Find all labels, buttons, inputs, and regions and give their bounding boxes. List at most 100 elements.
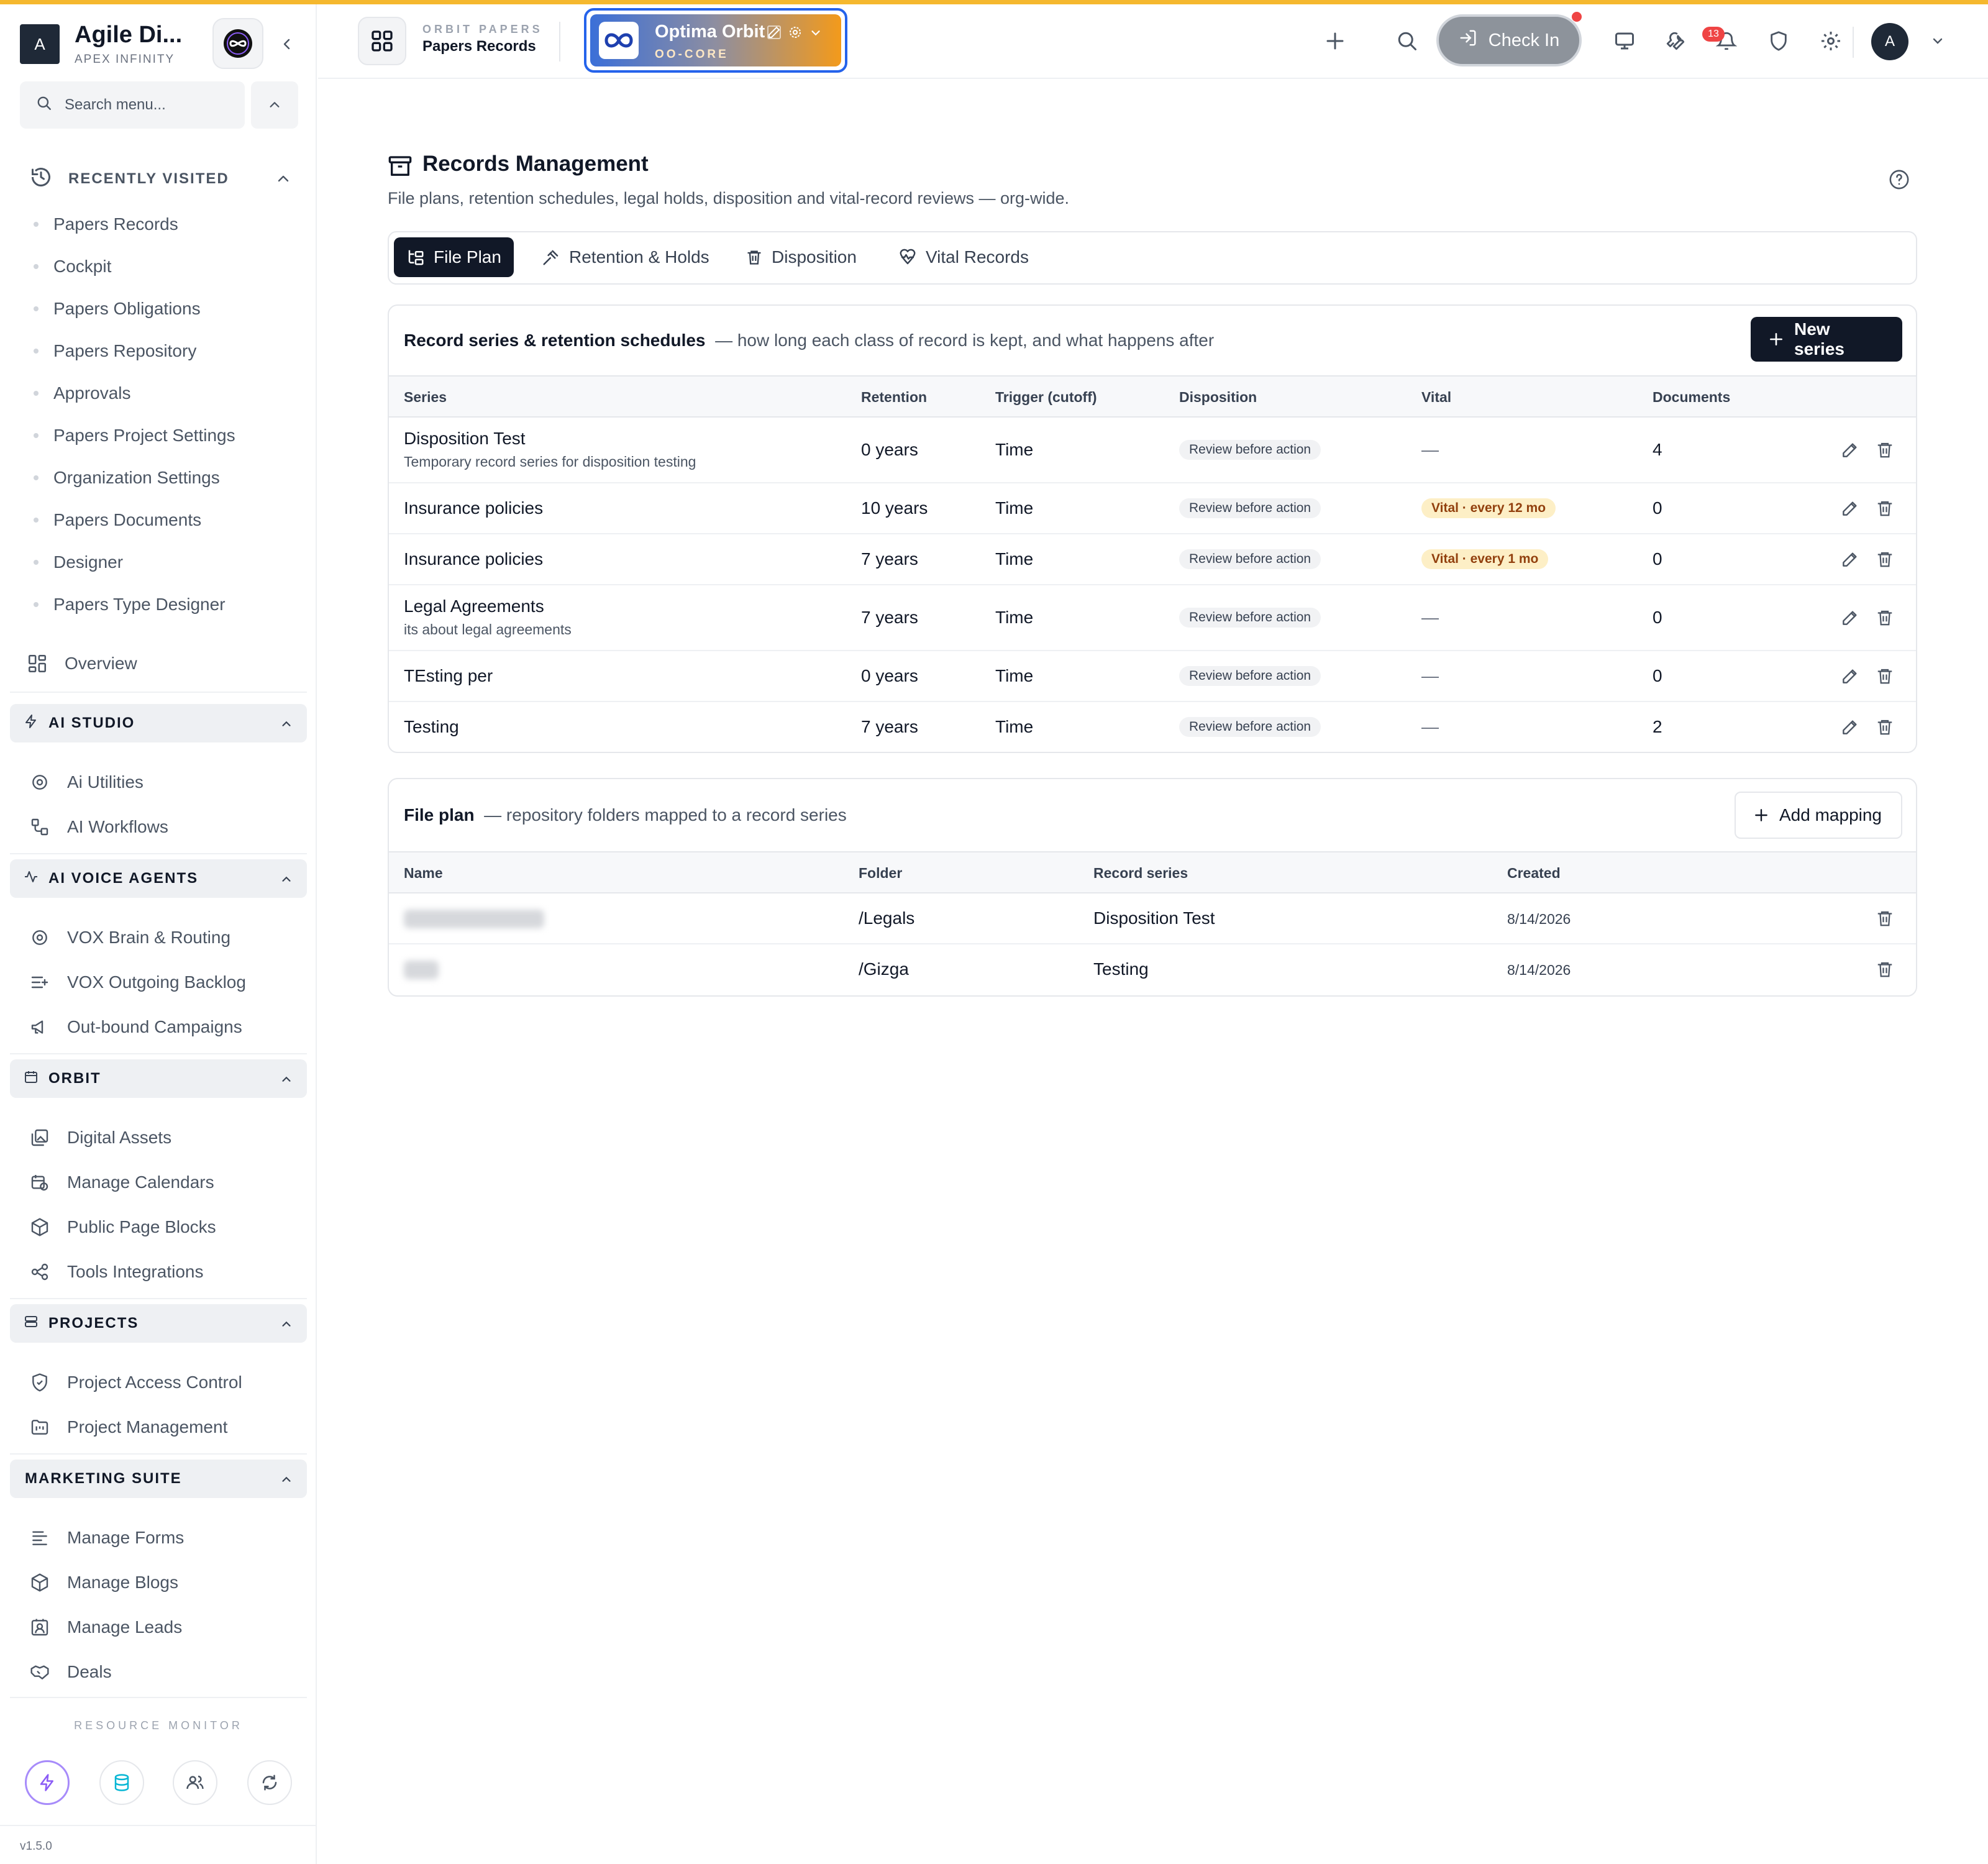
history-icon: [30, 166, 52, 193]
recently-visited-header[interactable]: RECENTLY VISITED: [30, 163, 291, 194]
delete-trash-icon[interactable]: [1874, 497, 1896, 519]
sidebar-item-vox-backlog[interactable]: VOX Outgoing Backlog: [27, 962, 301, 1002]
tab-vital-records[interactable]: Vital Records: [886, 237, 1041, 277]
search-icon[interactable]: [1392, 25, 1423, 57]
recent-item[interactable]: Papers Project Settings: [34, 414, 301, 457]
sidebar-item-overview[interactable]: Overview: [25, 644, 298, 683]
recent-item[interactable]: Papers Records: [34, 203, 301, 245]
section-ai-voice-agents[interactable]: AI VOICE AGENTS: [10, 859, 307, 898]
file-plan-header: File plan — repository folders mapped to…: [404, 805, 847, 825]
edit-icon[interactable]: [767, 24, 782, 44]
delete-trash-icon[interactable]: [1874, 439, 1896, 461]
section-ai-studio[interactable]: AI STUDIO: [10, 704, 307, 742]
edit-pencil-icon[interactable]: [1839, 497, 1861, 519]
brand: A Agile Di... APEX INFINITY: [20, 18, 312, 69]
brand-avatar: A: [20, 24, 60, 64]
tab-file-plan[interactable]: File Plan: [394, 237, 514, 277]
recent-item[interactable]: Cockpit: [34, 245, 301, 288]
section-orbit[interactable]: ORBIT: [10, 1059, 307, 1098]
sidebar-item-ai-workflows[interactable]: AI Workflows: [27, 807, 301, 847]
sidebar-item-ai-utilities[interactable]: Ai Utilities: [27, 762, 301, 802]
sidebar-item-outbound-campaigns[interactable]: Out-bound Campaigns: [27, 1007, 301, 1047]
chevron-down-icon[interactable]: [809, 24, 823, 44]
storage-monitor-icon[interactable]: [99, 1760, 144, 1805]
chevron-up-icon[interactable]: [276, 171, 291, 191]
brand-name[interactable]: Agile Di...: [75, 22, 182, 48]
org-switcher[interactable]: Optima Orbit OO-CORE: [584, 8, 847, 73]
menu-search-input[interactable]: Search menu...: [20, 81, 245, 129]
cpu-monitor-icon[interactable]: [25, 1760, 70, 1805]
edit-pencil-icon[interactable]: [1839, 606, 1861, 629]
delete-trash-icon[interactable]: [1874, 716, 1896, 738]
edit-pencil-icon[interactable]: [1839, 665, 1861, 687]
add-icon[interactable]: [1320, 25, 1351, 57]
disposition-badge: Review before action: [1179, 440, 1321, 460]
users-monitor-icon[interactable]: [173, 1760, 217, 1805]
check-in-button[interactable]: Check In: [1436, 14, 1582, 66]
recent-item[interactable]: Papers Type Designer: [34, 583, 301, 626]
user-avatar[interactable]: A: [1871, 23, 1908, 60]
collapse-sidebar-icon[interactable]: [275, 32, 299, 57]
new-series-button[interactable]: New series: [1751, 317, 1902, 362]
edit-pencil-icon[interactable]: [1839, 716, 1861, 738]
tab-retention-holds[interactable]: Retention & Holds: [529, 237, 722, 277]
sidebar-item-tools-integrations[interactable]: Tools Integrations: [27, 1252, 301, 1292]
sidebar-item-manage-blogs[interactable]: Manage Blogs: [27, 1563, 301, 1602]
chevron-down-icon[interactable]: [1922, 25, 1953, 57]
sidebar-item-project-management[interactable]: Project Management: [27, 1407, 301, 1447]
plus-icon: [1753, 807, 1769, 823]
recent-item[interactable]: Papers Obligations: [34, 288, 301, 330]
app-grid-button[interactable]: [358, 17, 406, 65]
grid-icon: [372, 30, 393, 52]
table-row[interactable]: Legal Agreements its about legal agreeme…: [389, 585, 1916, 651]
chevron-up-icon: [280, 1071, 293, 1090]
bullet-icon: [34, 391, 39, 396]
table-row[interactable]: TEsting per 0 years Time Review before a…: [389, 651, 1916, 702]
recent-item[interactable]: Designer: [34, 541, 301, 583]
images-icon: [27, 1125, 52, 1150]
add-mapping-button[interactable]: Add mapping: [1735, 792, 1902, 839]
delete-trash-icon[interactable]: [1874, 907, 1896, 930]
delete-trash-icon[interactable]: [1874, 606, 1896, 629]
delete-trash-icon[interactable]: [1874, 958, 1896, 980]
recent-item[interactable]: Organization Settings: [34, 457, 301, 499]
sidebar-item-public-page-blocks[interactable]: Public Page Blocks: [27, 1207, 301, 1247]
sidebar-item-vox-brain[interactable]: VOX Brain & Routing: [27, 918, 301, 957]
table-row[interactable]: Testing 7 years Time Review before actio…: [389, 702, 1916, 752]
sync-monitor-icon[interactable]: [247, 1760, 292, 1805]
monitor-icon[interactable]: [1609, 25, 1640, 57]
table-row[interactable]: Insurance policies 7 years Time Review b…: [389, 534, 1916, 585]
section-marketing-suite[interactable]: MARKETING SUITE: [10, 1460, 307, 1498]
brand-logo[interactable]: [212, 18, 263, 69]
folder-tree-icon: [406, 248, 425, 267]
section-projects[interactable]: PROJECTS: [10, 1304, 307, 1343]
vital-badge: Vital · every 12 mo: [1421, 498, 1556, 518]
tab-disposition[interactable]: Disposition: [733, 237, 869, 277]
delete-trash-icon[interactable]: [1874, 548, 1896, 570]
edit-pencil-icon[interactable]: [1839, 439, 1861, 461]
wrench-icon[interactable]: [1660, 25, 1691, 57]
recent-item[interactable]: Papers Documents: [34, 499, 301, 541]
recent-item[interactable]: Approvals: [34, 372, 301, 414]
sidebar-item-manage-calendars[interactable]: Manage Calendars: [27, 1163, 301, 1202]
delete-trash-icon[interactable]: [1874, 665, 1896, 687]
table-row[interactable]: Insurance policies 10 years Time Review …: [389, 483, 1916, 534]
breadcrumb-page: Papers Records: [422, 38, 536, 55]
table-row[interactable]: /Legals Disposition Test 8/14/2026: [389, 893, 1916, 944]
recent-item[interactable]: Papers Repository: [34, 330, 301, 372]
edit-pencil-icon[interactable]: [1839, 548, 1861, 570]
table-row[interactable]: Disposition Test Temporary record series…: [389, 418, 1916, 483]
resource-monitor-title: RESOURCE MONITOR: [74, 1719, 243, 1732]
sidebar-item-deals[interactable]: Deals: [27, 1652, 301, 1692]
gear-icon[interactable]: [1815, 25, 1846, 57]
shield-icon[interactable]: [1763, 25, 1794, 57]
help-icon[interactable]: [1889, 169, 1910, 194]
sidebar-item-project-access-control[interactable]: Project Access Control: [27, 1363, 301, 1402]
sidebar-item-manage-leads[interactable]: Manage Leads: [27, 1607, 301, 1647]
sidebar-item-digital-assets[interactable]: Digital Assets: [27, 1118, 301, 1158]
breadcrumb-app: ORBIT PAPERS: [422, 23, 543, 35]
table-row[interactable]: /Gizga Testing 8/14/2026: [389, 944, 1916, 995]
sidebar-item-manage-forms[interactable]: Manage Forms: [27, 1518, 301, 1558]
gear-icon[interactable]: [788, 24, 803, 44]
collapse-all-button[interactable]: [251, 81, 298, 129]
